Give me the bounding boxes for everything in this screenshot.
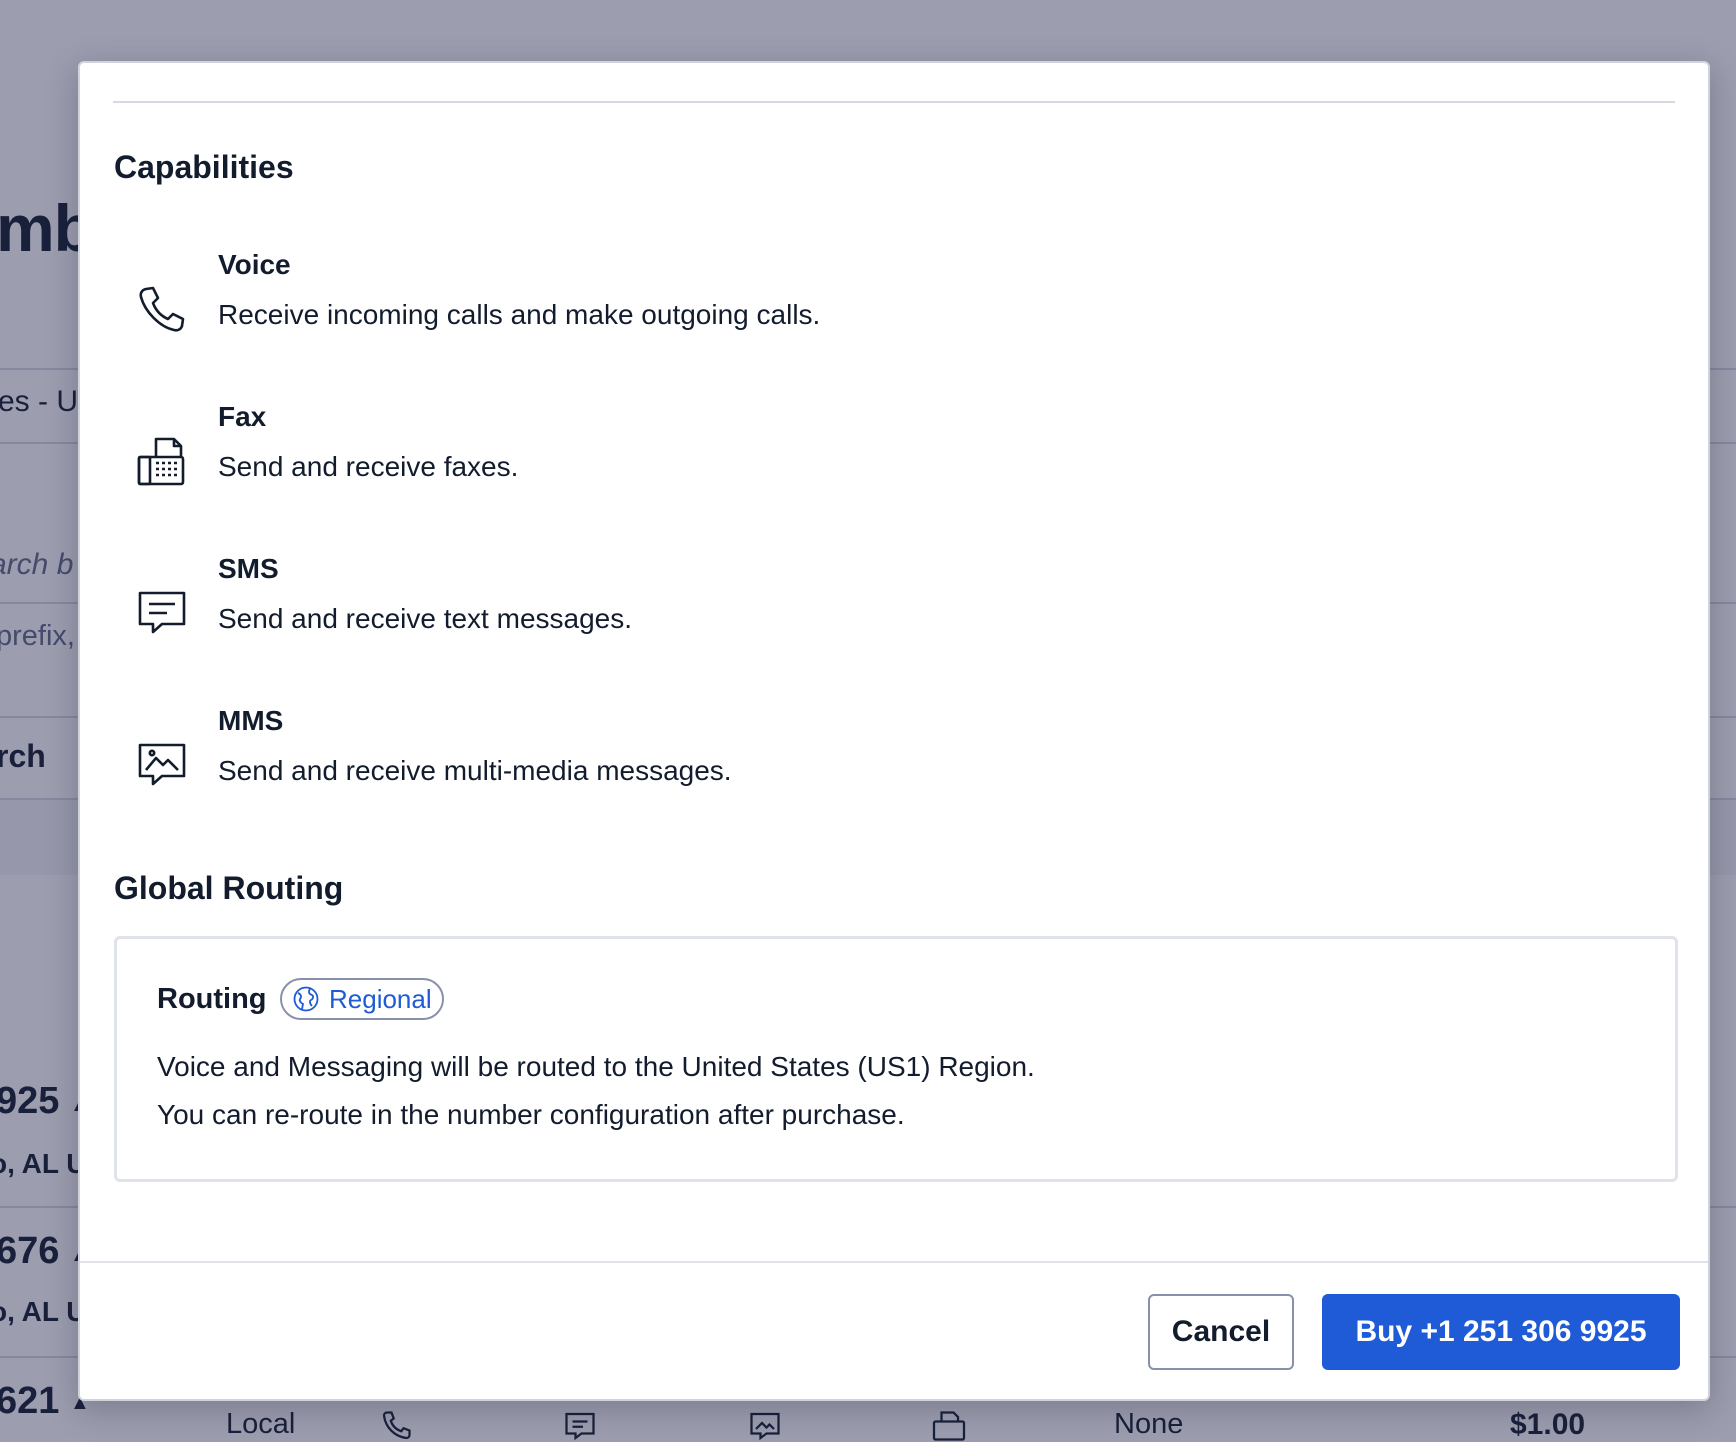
divider [113, 101, 1675, 103]
cancel-button[interactable]: Cancel [1148, 1294, 1294, 1370]
capability-mms: MMS Send and receive multi-media message… [114, 705, 1114, 825]
routing-label: Routing [157, 983, 267, 1015]
routing-badge-label: Regional [329, 983, 432, 1014]
capability-description: Send and receive multi-media messages. [218, 755, 732, 786]
capability-name: Voice [218, 249, 291, 280]
sms-icon [136, 587, 188, 639]
capability-description: Send and receive text messages. [218, 603, 633, 634]
capability-fax: Fax Send and receive faxes. [114, 401, 1114, 521]
capability-sms: SMS Send and receive text messages. [114, 553, 1114, 673]
divider [80, 1261, 1708, 1263]
globe-icon [293, 986, 319, 1012]
capability-voice: Voice Receive incoming calls and make ou… [114, 249, 1114, 369]
routing-description: You can re-route in the number configura… [157, 1099, 905, 1130]
capability-name: SMS [218, 553, 279, 584]
capability-name: Fax [218, 401, 267, 432]
routing-description: Voice and Messaging will be routed to th… [157, 1051, 1035, 1082]
capability-description: Send and receive faxes. [218, 451, 519, 482]
capability-description: Receive incoming calls and make outgoing… [218, 299, 821, 330]
global-routing-heading: Global Routing [114, 870, 344, 906]
buy-number-button[interactable]: Buy +1 251 306 9925 [1322, 1294, 1680, 1370]
capability-name: MMS [218, 705, 284, 736]
mms-icon [136, 739, 188, 791]
fax-icon [136, 435, 188, 487]
capabilities-heading: Capabilities [114, 149, 294, 185]
routing-badge: Regional [280, 978, 444, 1020]
buy-number-modal: Capabilities Voice Receive incoming call… [78, 61, 1710, 1401]
routing-card: Routing Regional Voice and Messaging wil… [114, 936, 1678, 1182]
phone-icon [136, 283, 188, 335]
